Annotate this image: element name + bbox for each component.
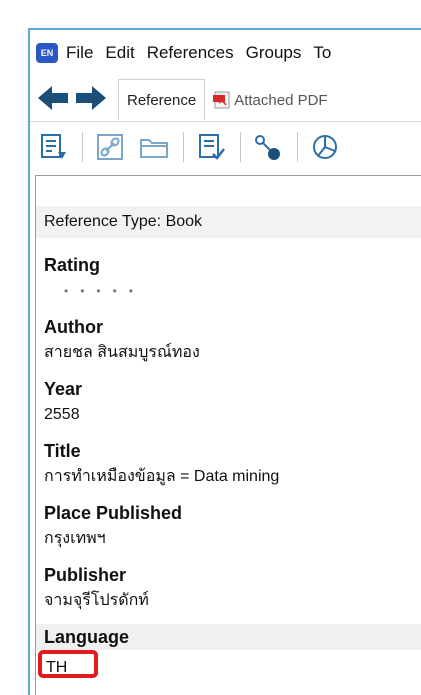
format-bibliography-icon[interactable] <box>196 132 226 162</box>
title-label: Title <box>44 441 81 461</box>
insert-citation-icon[interactable] <box>38 132 68 162</box>
endnote-logo-icon: EN <box>36 43 58 63</box>
find-fulltext-icon[interactable] <box>253 132 283 162</box>
tab-reference[interactable]: Reference <box>118 79 206 120</box>
menu-tools[interactable]: To <box>313 43 331 63</box>
author-label: Author <box>44 317 103 337</box>
forward-arrow-icon[interactable] <box>74 84 108 112</box>
reference-type-label: Reference Type: <box>44 213 162 230</box>
nav-arrows <box>30 76 112 120</box>
place-published-label: Place Published <box>44 503 183 523</box>
pdf-icon <box>213 91 230 109</box>
tab-reference-label: Reference <box>127 91 197 109</box>
reference-fields: Rating ••••• Author สายชล สินสมบูรณ์ทอง … <box>36 252 421 678</box>
year-field[interactable]: 2558 <box>36 402 421 438</box>
publisher-field[interactable]: จามจุรีโปรดักท์ <box>36 588 421 624</box>
title-field[interactable]: การทำเหมืองข้อมูล = Data mining <box>36 464 421 500</box>
reference-type-row[interactable]: Reference Type: Book <box>36 206 421 238</box>
chart-icon[interactable] <box>310 132 340 162</box>
tab-row: Reference Attached PDF <box>30 76 421 120</box>
place-published-field[interactable]: กรุงเทพฯ <box>36 526 421 562</box>
author-field[interactable]: สายชล สินสมบูรณ์ทอง <box>36 340 421 376</box>
menu-references[interactable]: References <box>147 43 234 63</box>
toolbar-separator <box>183 132 184 162</box>
reference-type-value[interactable]: Book <box>166 213 202 231</box>
folder-icon[interactable] <box>139 132 169 162</box>
endnote-window: EN File Edit References Groups To Refere… <box>28 28 421 695</box>
reference-panel: Reference Type: Book Rating ••••• Author… <box>35 175 421 695</box>
toolbar-separator <box>82 132 83 162</box>
menu-groups[interactable]: Groups <box>246 43 302 63</box>
toolbar-separator <box>240 132 241 162</box>
tab-attached-pdf[interactable]: Attached PDF <box>205 80 335 120</box>
menu-bar: EN File Edit References Groups To <box>36 40 421 66</box>
link-icon[interactable] <box>95 132 125 162</box>
rating-label: Rating <box>44 255 100 275</box>
back-arrow-icon[interactable] <box>36 84 70 112</box>
tab-attached-pdf-label: Attached PDF <box>234 91 328 109</box>
menu-edit[interactable]: Edit <box>105 43 134 63</box>
language-label: Language <box>36 624 421 650</box>
rating-stars[interactable]: ••••• <box>36 278 421 314</box>
toolbar-separator <box>297 132 298 162</box>
menu-file[interactable]: File <box>66 43 93 63</box>
year-label: Year <box>44 379 83 399</box>
reference-toolbar <box>30 121 421 172</box>
publisher-label: Publisher <box>44 565 127 585</box>
language-field[interactable]: TH <box>38 650 98 678</box>
